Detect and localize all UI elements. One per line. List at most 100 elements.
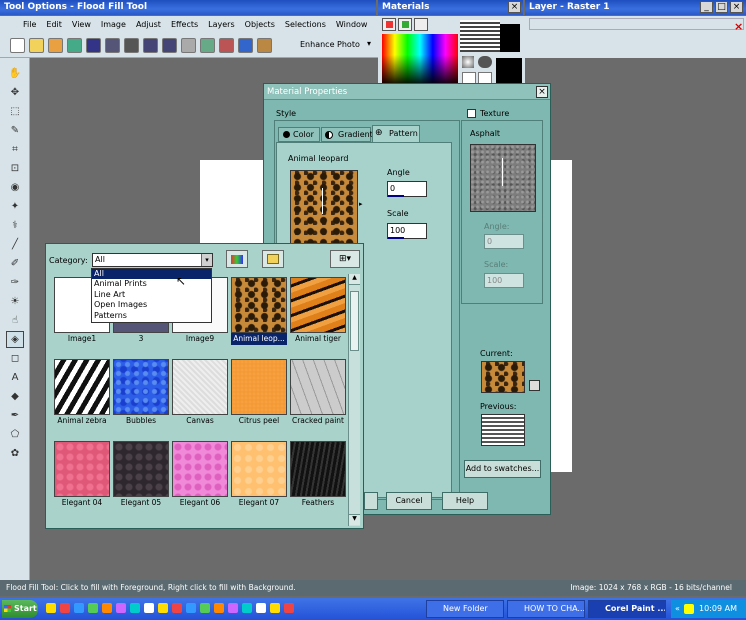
pattern-thumb-el07[interactable]: Elegant 07 — [231, 441, 287, 509]
print-icon[interactable] — [124, 38, 139, 53]
layer-close-icon[interactable]: × — [734, 20, 743, 33]
swatch-tab-icon[interactable] — [398, 18, 412, 31]
lighten-tool-icon[interactable]: ☀ — [6, 293, 24, 310]
calc-quicklaunch-icon[interactable] — [172, 603, 182, 613]
current-swatch[interactable] — [481, 361, 525, 393]
category-option-open-images[interactable]: Open Images — [92, 300, 211, 311]
pattern-thumb-feathers[interactable]: Feathers — [290, 441, 346, 509]
straighten-tool-icon[interactable]: ⊡ — [6, 160, 24, 177]
color-spectrum[interactable] — [382, 34, 458, 86]
enhance-photo-button[interactable]: Enhance Photo — [300, 40, 360, 49]
pattern-thumb-tiger[interactable]: Animal tiger — [290, 277, 346, 345]
desktop-quicklaunch-icon[interactable] — [46, 603, 56, 613]
scroll-up-icon[interactable]: ▲ — [349, 274, 360, 285]
scratch-remover-tool-icon[interactable]: ╱ — [6, 236, 24, 253]
outlook-quicklaunch-icon[interactable] — [88, 603, 98, 613]
explorer-quicklaunch-icon[interactable] — [74, 603, 84, 613]
terminal-quicklaunch-icon[interactable] — [186, 603, 196, 613]
pattern-thumb-el05[interactable]: Elegant 05 — [113, 441, 169, 509]
pattern-thumb-canvas[interactable]: Canvas — [172, 359, 228, 427]
airbrush-tool-icon[interactable]: ✑ — [6, 274, 24, 291]
help-button[interactable]: Help — [442, 492, 488, 510]
category-dropdown-icon[interactable]: ▾ — [201, 254, 212, 266]
chat-quicklaunch-icon[interactable] — [256, 603, 266, 613]
web-quicklaunch-icon[interactable] — [214, 603, 224, 613]
minimize-button[interactable]: _ — [700, 1, 713, 13]
pattern-thumb-el06[interactable]: Elegant 06 — [172, 441, 228, 509]
pen-tool-icon[interactable]: ✒ — [6, 407, 24, 424]
dropper-tool-icon[interactable]: ✎ — [6, 122, 24, 139]
pattern-thumb-bubbles[interactable]: Bubbles — [113, 359, 169, 427]
view-options-icon[interactable]: ⊞▾ — [330, 250, 360, 268]
settings-quicklaunch-icon[interactable] — [158, 603, 168, 613]
menu-effects[interactable]: Effects — [166, 18, 203, 32]
redo-icon[interactable] — [162, 38, 177, 53]
flood-fill-tool-icon[interactable]: ◈ — [6, 331, 24, 348]
preset-shape-tool-icon[interactable]: ◆ — [6, 388, 24, 405]
materials-close-button[interactable]: × — [508, 1, 521, 13]
category-option-patterns[interactable]: Patterns — [92, 311, 211, 322]
photo-quicklaunch-icon[interactable] — [200, 603, 210, 613]
red-eye-tool-icon[interactable]: ◉ — [6, 179, 24, 196]
menu-selections[interactable]: Selections — [280, 18, 331, 32]
crop-tool-icon[interactable]: ⌗ — [6, 141, 24, 158]
category-select[interactable]: All — [92, 253, 213, 267]
copy-icon[interactable] — [181, 38, 196, 53]
menu-adjust[interactable]: Adjust — [131, 18, 166, 32]
messenger2-quicklaunch-icon[interactable] — [242, 603, 252, 613]
cancel-button[interactable]: Cancel — [386, 492, 432, 510]
paste-icon[interactable] — [200, 38, 215, 53]
move-tool-icon[interactable]: ✥ — [6, 84, 24, 101]
background-swatch[interactable] — [500, 24, 520, 52]
smudge-tool-icon[interactable]: ☝ — [6, 312, 24, 329]
close-button[interactable]: × — [730, 1, 743, 13]
music-quicklaunch-icon[interactable] — [284, 603, 294, 613]
pattern-dropdown-icon[interactable]: ▸ — [359, 200, 363, 208]
messenger-quicklaunch-icon[interactable] — [130, 603, 140, 613]
tray-hand-icon[interactable] — [684, 603, 695, 614]
add-to-swatches-button[interactable]: Add to swatches... — [464, 460, 541, 478]
grid-scrollbar[interactable]: ▲ ▼ — [348, 274, 360, 526]
scale-slider[interactable] — [388, 237, 404, 239]
scroll-down-icon[interactable]: ▼ — [349, 514, 360, 525]
task-how-to[interactable]: HOW TO CHA... — [507, 600, 585, 618]
search-quicklaunch-icon[interactable] — [144, 603, 154, 613]
help-quicklaunch-icon[interactable] — [270, 603, 280, 613]
angle-slider[interactable] — [388, 195, 404, 197]
folder-icon[interactable] — [262, 250, 284, 268]
menu-window[interactable]: Window — [331, 18, 373, 32]
menu-image[interactable]: Image — [96, 18, 131, 32]
pattern-thumb-leopard[interactable]: Animal leop... — [231, 277, 287, 345]
undo-icon[interactable] — [143, 38, 158, 53]
pattern-thumb-zebra[interactable]: Animal zebra — [54, 359, 110, 427]
open-icon[interactable] — [29, 38, 44, 53]
tray-arrow-icon[interactable]: « — [675, 604, 680, 613]
category-option-animal-prints[interactable]: Animal Prints — [92, 279, 211, 290]
pattern-thumb-citrus[interactable]: Citrus peel — [231, 359, 287, 427]
task-new-folder[interactable]: New Folder — [426, 600, 504, 618]
paint-quicklaunch-icon[interactable] — [116, 603, 126, 613]
firefox-quicklaunch-icon[interactable] — [102, 603, 112, 613]
winamp-quicklaunch-icon[interactable] — [228, 603, 238, 613]
pattern-thumb-el04[interactable]: Elegant 04 — [54, 441, 110, 509]
swap-icon[interactable] — [462, 56, 474, 68]
makeover-tool-icon[interactable]: ✦ — [6, 198, 24, 215]
warp-tool-icon[interactable]: ⬠ — [6, 426, 24, 443]
menu-edit[interactable]: Edit — [41, 18, 67, 32]
background-material[interactable] — [496, 58, 522, 86]
pan-tool-icon[interactable]: ✋ — [6, 65, 24, 82]
save-icon[interactable] — [86, 38, 101, 53]
texture-checkbox[interactable] — [467, 109, 476, 118]
ok-button-edge[interactable] — [364, 492, 378, 510]
maximize-button[interactable]: □ — [715, 1, 728, 13]
clone-tool-icon[interactable]: ⚕ — [6, 217, 24, 234]
browse-icon[interactable] — [48, 38, 63, 53]
eraser-tool-icon[interactable]: ◻ — [6, 350, 24, 367]
pattern-thumb-cracked[interactable]: Cracked paint — [290, 359, 346, 427]
pattern-preview[interactable] — [290, 170, 358, 244]
menu-file[interactable]: File — [18, 18, 41, 32]
picture-tube-tool-icon[interactable]: ✿ — [6, 445, 24, 462]
enhance-icon[interactable] — [257, 38, 272, 53]
texture-preview[interactable] — [470, 144, 536, 212]
selection-tool-icon[interactable]: ⬚ — [6, 103, 24, 120]
